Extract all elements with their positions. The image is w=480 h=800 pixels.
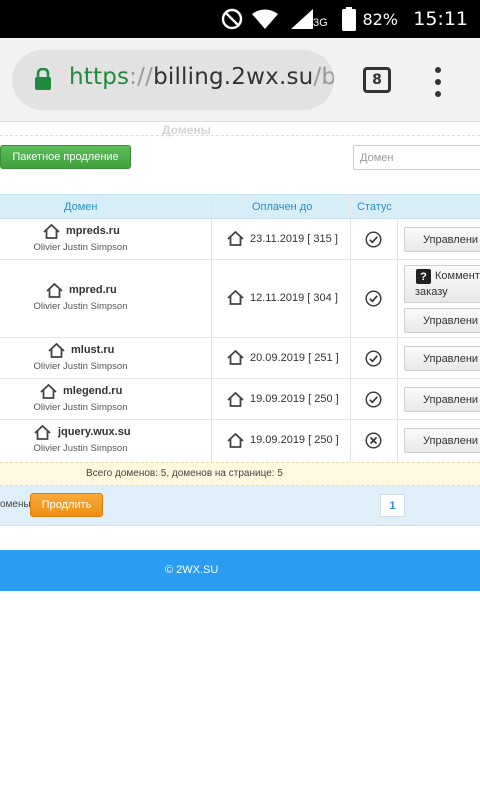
manage-button[interactable]: Управлени: [404, 387, 480, 412]
status-ok-icon: [365, 350, 382, 370]
domain-owner: Olivier Justin Simpson: [33, 443, 128, 454]
totals-row: Всего доменов: 5, доменов на странице: 5: [0, 462, 480, 486]
paid-until: 12.11.2019 [ 304 ]: [250, 292, 338, 304]
domain-owner: Olivier Justin Simpson: [33, 402, 128, 413]
pagination-page-1[interactable]: 1: [380, 494, 405, 517]
paid-until: 20.09.2019 [ 251 ]: [250, 352, 339, 364]
divider: [0, 135, 480, 136]
home-icon: [34, 424, 51, 443]
home-icon: [227, 391, 244, 410]
totals-text: Всего доменов: 5, доменов на странице: 5: [86, 468, 283, 479]
column-header-domain[interactable]: Домен: [64, 201, 97, 213]
status-error-icon: [365, 432, 382, 452]
bulk-action-bar: омены: Продлить 1: [0, 486, 480, 526]
domain-owner: Olivier Justin Simpson: [33, 361, 128, 372]
url-scheme: https: [69, 64, 130, 90]
home-icon: [46, 282, 63, 301]
domains-label: омены:: [0, 499, 34, 510]
domain-owner: Olivier Justin Simpson: [33, 301, 128, 312]
status-ok-icon: [365, 391, 382, 411]
home-icon: [43, 223, 60, 242]
home-icon: [40, 383, 57, 402]
domain-name[interactable]: mpred.ru: [69, 284, 117, 296]
url-host: billing.2wx.su: [153, 64, 314, 90]
home-icon: [227, 432, 244, 451]
footer: © 2WX.SU: [0, 550, 480, 591]
column-header-paid-until[interactable]: Оплачен до: [252, 201, 312, 213]
renew-button[interactable]: Продлить: [30, 493, 103, 517]
domain-name[interactable]: jquery.wux.su: [58, 426, 131, 438]
domain-search-input[interactable]: Домен: [353, 145, 480, 170]
status-ok-icon: [365, 290, 382, 310]
table-row: mlust.ru Olivier Justin Simpson 20.09.20…: [0, 338, 480, 379]
battery-icon: [342, 0, 356, 38]
manage-button[interactable]: Управлени: [404, 227, 480, 252]
copyright: © 2WX.SU: [165, 564, 219, 576]
tab-switcher-button[interactable]: 8: [363, 67, 391, 93]
clock: 15:11: [413, 8, 468, 30]
page-content: Домены Пакетное продление Домен Домен Оп…: [0, 122, 480, 800]
batch-renew-button[interactable]: Пакетное продление: [0, 145, 131, 169]
lock-icon: [34, 67, 52, 95]
paid-until: 19.09.2019 [ 250 ]: [250, 393, 339, 405]
home-icon: [227, 289, 244, 308]
domain-owner: Olivier Justin Simpson: [33, 242, 128, 253]
comment-label-2: заказу: [415, 286, 448, 298]
table-row: mpred.ru Olivier Justin Simpson 12.11.20…: [0, 260, 480, 338]
battery-percent: 82%: [362, 9, 398, 29]
domain-name[interactable]: mpreds.ru: [66, 225, 120, 237]
table-row: mlegend.ru Olivier Justin Simpson 19.09.…: [0, 379, 480, 420]
url-path: /bil: [313, 64, 334, 90]
order-comment-button[interactable]: ? Коммент заказу: [404, 265, 480, 303]
url-text: https://billing.2wx.su/bil: [69, 64, 334, 90]
manage-button[interactable]: Управлени: [404, 346, 480, 371]
table-row: jquery.wux.su Olivier Justin Simpson 19.…: [0, 420, 480, 462]
browser-toolbar: https://billing.2wx.su/bil 8: [0, 38, 480, 122]
manage-button[interactable]: Управлени: [404, 428, 480, 453]
column-header-status[interactable]: Статус: [357, 201, 392, 213]
status-bar: 3G 82% 15:11: [0, 0, 480, 38]
overflow-menu-icon[interactable]: [430, 67, 446, 97]
manage-button[interactable]: Управлени: [404, 308, 480, 333]
signal-icon: [290, 0, 314, 38]
home-icon: [227, 230, 244, 249]
network-type-label: 3G: [313, 17, 328, 29]
home-icon: [227, 349, 244, 368]
address-bar[interactable]: https://billing.2wx.su/bil: [12, 50, 334, 110]
url-separator: ://: [129, 64, 154, 90]
paid-until: 19.09.2019 [ 250 ]: [250, 434, 339, 446]
question-icon: ?: [416, 269, 431, 284]
table-header: Домен Оплачен до Статус: [0, 194, 480, 219]
home-icon: [48, 342, 65, 361]
status-ok-icon: [365, 231, 382, 251]
domain-name[interactable]: mlegend.ru: [63, 385, 122, 397]
table-row: mpreds.ru Olivier Justin Simpson 23.11.2…: [0, 219, 480, 260]
paid-until: 23.11.2019 [ 315 ]: [250, 233, 338, 245]
comment-label: Коммент: [435, 270, 480, 282]
do-not-disturb-icon: [221, 0, 243, 38]
wifi-icon: [251, 0, 279, 38]
domain-name[interactable]: mlust.ru: [71, 344, 114, 356]
